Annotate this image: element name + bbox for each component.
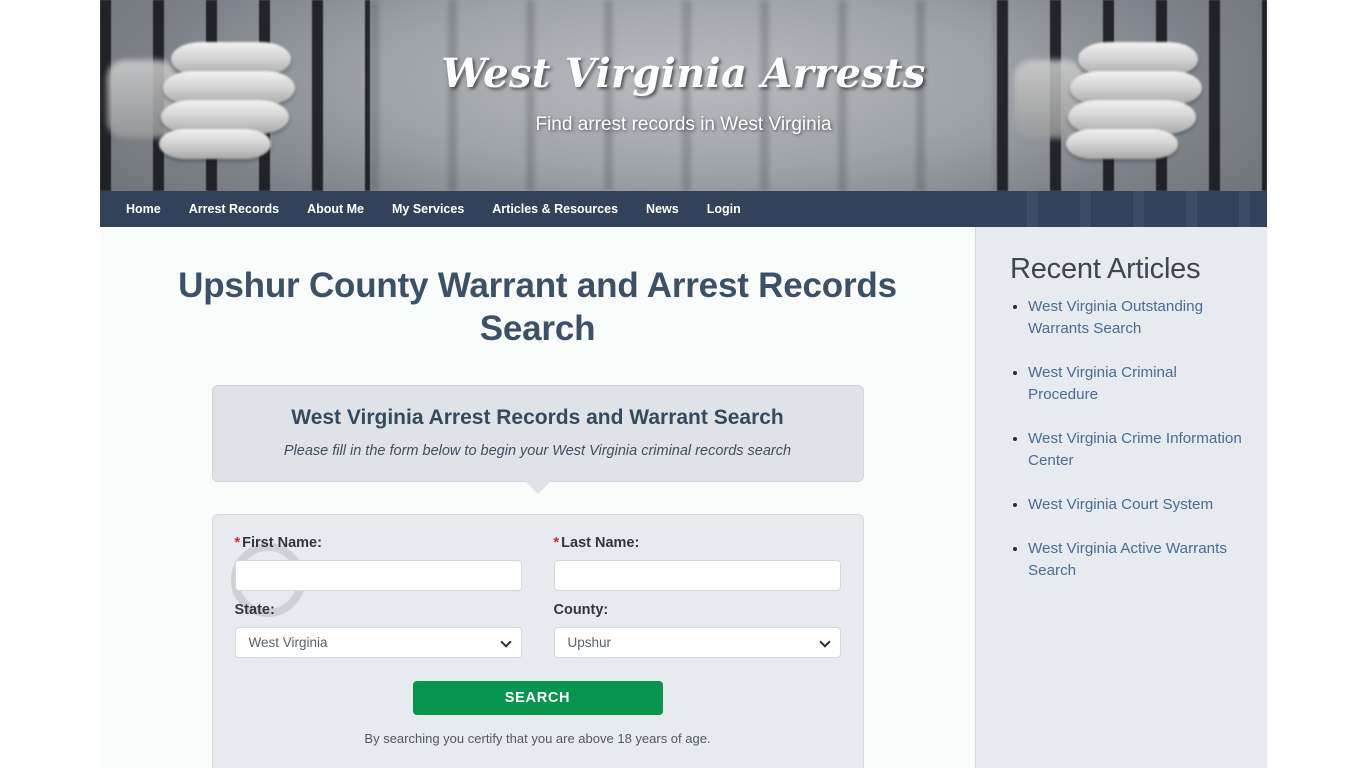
nav-item-login[interactable]: Login bbox=[693, 194, 755, 224]
search-button[interactable]: SEARCH bbox=[412, 681, 663, 716]
nav-item-my-services[interactable]: My Services bbox=[378, 194, 478, 224]
list-item: West Virginia Crime Information Center bbox=[1028, 428, 1245, 472]
site-banner: West Virginia Arrests Find arrest record… bbox=[100, 0, 1267, 191]
recent-articles-list: West Virginia Outstanding Warrants Searc… bbox=[1010, 296, 1245, 582]
county-label: County: bbox=[553, 602, 609, 619]
county-field-group: County: Upshur bbox=[553, 602, 841, 659]
last-name-field-group: * Last Name: bbox=[553, 535, 841, 592]
nav-item-news[interactable]: News bbox=[632, 194, 693, 224]
main-navigation: Home Arrest Records About Me My Services… bbox=[100, 191, 1267, 227]
nav-item-arrest-records[interactable]: Arrest Records bbox=[175, 194, 293, 224]
page-title: Upshur County Warrant and Arrest Records… bbox=[178, 266, 897, 348]
nav-item-about-me[interactable]: About Me bbox=[293, 194, 378, 224]
first-name-label: * First Name: bbox=[235, 535, 522, 551]
nav-item-home[interactable]: Home bbox=[112, 194, 175, 224]
search-promo-callout: West Virginia Arrest Records and Warrant… bbox=[211, 385, 864, 495]
site-title: West Virginia Arrests bbox=[441, 50, 926, 97]
arrest-records-search-form: * First Name: * Last Name: State: West V… bbox=[211, 514, 864, 768]
last-name-label: * Last Name: bbox=[554, 535, 841, 551]
banner-text-block: West Virginia Arrests Find arrest record… bbox=[100, 52, 1267, 136]
callout-arrow-icon bbox=[524, 481, 551, 495]
content-wrapper: Upshur County Warrant and Arrest Records… bbox=[100, 227, 1267, 768]
article-link-court-system[interactable]: West Virginia Court System bbox=[1028, 496, 1213, 513]
sidebar-title: Recent Articles bbox=[1010, 253, 1201, 285]
list-item: West Virginia Criminal Procedure bbox=[1028, 362, 1245, 406]
county-select-wrapper: Upshur bbox=[553, 627, 841, 659]
promo-subtitle: Please fill in the form below to begin y… bbox=[283, 443, 792, 460]
name-fields-row: * First Name: * Last Name: bbox=[234, 535, 841, 592]
required-asterisk-icon: * bbox=[234, 535, 241, 552]
search-button-row: SEARCH bbox=[235, 681, 841, 716]
main-column: Upshur County Warrant and Arrest Records… bbox=[100, 227, 975, 768]
article-link-criminal-procedure[interactable]: West Virginia Criminal Procedure bbox=[1028, 364, 1177, 403]
list-item: West Virginia Active Warrants Search bbox=[1028, 538, 1245, 582]
sidebar: Recent Articles West Virginia Outstandin… bbox=[975, 227, 1267, 768]
state-label: State: bbox=[234, 602, 275, 619]
state-select[interactable]: West Virginia bbox=[234, 627, 522, 659]
list-item: West Virginia Outstanding Warrants Searc… bbox=[1028, 296, 1245, 340]
required-asterisk-icon: * bbox=[553, 535, 560, 552]
age-certification-text: By searching you certify that you are ab… bbox=[364, 731, 711, 747]
first-name-field-group: * First Name: bbox=[234, 535, 522, 592]
state-select-wrapper: West Virginia bbox=[234, 627, 522, 659]
promo-title: West Virginia Arrest Records and Warrant… bbox=[291, 406, 784, 430]
last-name-label-text: Last Name: bbox=[561, 535, 640, 552]
county-select[interactable]: Upshur bbox=[553, 627, 841, 659]
state-field-group: State: West Virginia bbox=[234, 602, 522, 659]
last-name-input[interactable] bbox=[553, 560, 841, 592]
site-container: West Virginia Arrests Find arrest record… bbox=[100, 0, 1267, 768]
list-item: West Virginia Court System bbox=[1028, 494, 1245, 516]
article-link-active-warrants-search[interactable]: West Virginia Active Warrants Search bbox=[1028, 540, 1227, 579]
page-root: West Virginia Arrests Find arrest record… bbox=[0, 0, 1366, 768]
location-fields-row: State: West Virginia County: Upshur bbox=[234, 602, 841, 659]
first-name-label-text: First Name: bbox=[242, 535, 322, 552]
article-link-crime-information-center[interactable]: West Virginia Crime Information Center bbox=[1028, 430, 1242, 469]
nav-item-articles-resources[interactable]: Articles & Resources bbox=[478, 194, 632, 224]
site-tagline: Find arrest records in West Virginia bbox=[535, 114, 832, 135]
article-link-outstanding-warrants-search[interactable]: West Virginia Outstanding Warrants Searc… bbox=[1028, 298, 1203, 337]
first-name-input[interactable] bbox=[234, 560, 522, 592]
